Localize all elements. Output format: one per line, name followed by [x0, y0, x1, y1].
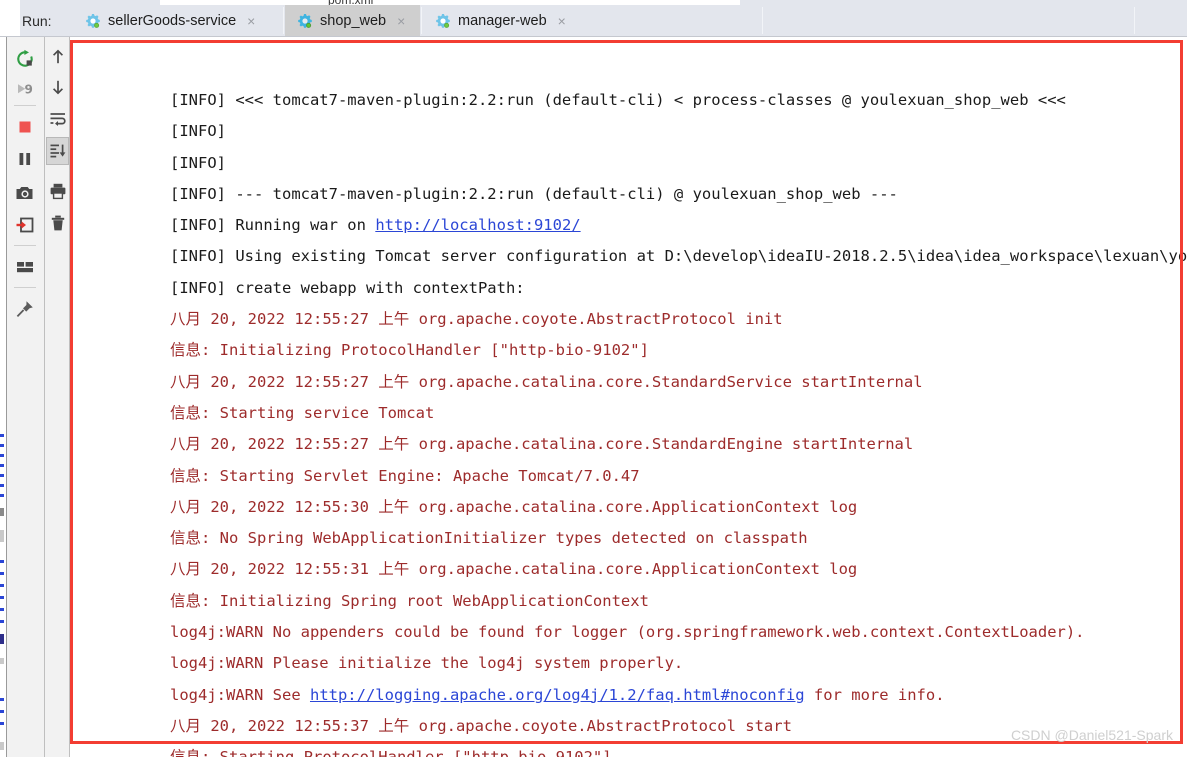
console-line: [INFO] Running war on http://localhost:9… — [170, 210, 1187, 241]
console-line-text: 信息: Starting service Tomcat — [170, 403, 435, 422]
watermark-text: CSDN @Daniel521-Spark — [1010, 727, 1173, 743]
console-line-text: 八月 20, 2022 12:55:27 上午 org.apache.catal… — [170, 435, 914, 454]
tab-label: manager-web — [458, 12, 547, 29]
close-icon[interactable]: × — [558, 14, 566, 28]
console-line-text: [INFO] --- tomcat7-maven-plugin:2.2:run … — [170, 184, 898, 203]
restore-layout-icon[interactable] — [10, 211, 40, 239]
console-line-text: log4j:WARN Please initialize the log4j s… — [170, 654, 684, 673]
console-line-text: log4j:WARN See — [170, 685, 310, 704]
arrow-up-icon[interactable] — [46, 43, 69, 71]
tab-shop_web[interactable]: shop_web × — [285, 5, 420, 36]
console-line-text: 信息: Starting ProtocolHandler ["http-bio-… — [170, 748, 612, 757]
console-line: 八月 20, 2022 12:55:27 上午 org.apache.coyot… — [170, 304, 1187, 335]
console-line: 八月 20, 2022 12:55:30 上午 org.apache.catal… — [170, 492, 1187, 523]
console-line-text: [INFO] — [170, 122, 226, 141]
console-line-text: 八月 20, 2022 12:55:30 上午 org.apache.catal… — [170, 497, 858, 516]
console-line: 信息: Starting ProtocolHandler ["http-bio-… — [170, 742, 1187, 757]
close-icon[interactable]: × — [397, 14, 405, 28]
console-line-text: [INFO] create webapp with contextPath: — [170, 278, 525, 297]
rerun-icon[interactable] — [10, 45, 40, 73]
console-line: 信息: Initializing Spring root WebApplicat… — [170, 586, 1187, 617]
run-toolbar-secondary — [45, 37, 70, 757]
gear-icon — [435, 13, 451, 29]
console-line: [INFO] <<< tomcat7-maven-plugin:2.2:run … — [170, 85, 1187, 116]
run-toolbar-primary: 9 — [7, 37, 45, 757]
rerun-failed-tests-icon[interactable]: 9 — [10, 75, 40, 103]
stop-icon[interactable] — [10, 113, 40, 141]
console-hyperlink[interactable]: http://localhost:9102/ — [375, 216, 580, 234]
scroll-to-end-icon[interactable] — [46, 137, 69, 165]
run-tool-window-label: Run: — [22, 13, 52, 29]
console-line-text: for more info. — [804, 685, 945, 704]
tabbar-left-gutter — [0, 5, 20, 36]
soft-wrap-icon[interactable] — [46, 105, 69, 133]
run-tool-window-tabbar: Run: sellerGoods-service × shop_web × ma… — [0, 5, 1187, 37]
console-line: [INFO] --- tomcat7-maven-plugin:2.2:run … — [170, 179, 1187, 210]
print-icon[interactable] — [46, 177, 69, 205]
console-line: 八月 20, 2022 12:55:27 上午 org.apache.catal… — [170, 367, 1187, 398]
editor-content-partial — [0, 430, 6, 757]
console-line-text: 八月 20, 2022 12:55:27 上午 org.apache.catal… — [170, 372, 923, 391]
tab-sellerGoods-service[interactable]: sellerGoods-service × — [73, 5, 278, 36]
console-line-text: 八月 20, 2022 12:55:31 上午 org.apache.catal… — [170, 560, 858, 579]
tab-separator — [283, 7, 284, 34]
console-line: [INFO] — [170, 116, 1187, 147]
console-line-text: 信息: Initializing ProtocolHandler ["http-… — [170, 341, 649, 360]
console-line: 八月 20, 2022 12:55:27 上午 org.apache.catal… — [170, 429, 1187, 460]
tab-separator — [762, 7, 763, 34]
console-line-text: 八月 20, 2022 12:55:27 上午 org.apache.coyot… — [170, 310, 783, 329]
trash-icon[interactable] — [46, 209, 69, 237]
tab-separator — [421, 7, 422, 34]
console-line-text: log4j:WARN No appenders could be found f… — [170, 623, 1085, 642]
tab-label: sellerGoods-service — [108, 12, 237, 29]
tab-separator — [1134, 7, 1135, 34]
gear-icon — [297, 13, 313, 29]
console-line-text: [INFO] Running war on — [170, 216, 376, 235]
pin-icon[interactable] — [10, 295, 40, 323]
console-line-text: 信息: Initializing Spring root WebApplicat… — [170, 591, 649, 610]
console-line: [INFO] — [170, 148, 1187, 179]
console-line: 信息: Initializing ProtocolHandler ["http-… — [170, 335, 1187, 366]
camera-icon[interactable] — [10, 179, 40, 207]
console-line: 八月 20, 2022 12:55:31 上午 org.apache.catal… — [170, 554, 1187, 585]
console-line: 信息: Starting Servlet Engine: Apache Tomc… — [170, 461, 1187, 492]
tab-label: shop_web — [320, 12, 387, 29]
layout-settings-icon[interactable] — [10, 253, 40, 281]
console-line: 信息: Starting service Tomcat — [170, 398, 1187, 429]
console-line-text: [INFO] — [170, 153, 226, 172]
console-line: [INFO] create webapp with contextPath: — [170, 273, 1187, 304]
console-line-text: 信息: Starting Servlet Engine: Apache Tomc… — [170, 466, 640, 485]
console-line: log4j:WARN Please initialize the log4j s… — [170, 648, 1187, 679]
console-line-text: [INFO] <<< tomcat7-maven-plugin:2.2:run … — [170, 91, 1066, 109]
console-line-text: [INFO] Using existing Tomcat server conf… — [170, 247, 1187, 266]
console-output: [INFO] <<< tomcat7-maven-plugin:2.2:run … — [170, 85, 1187, 757]
console-line-text: 信息: No Spring WebApplicationInitializer … — [170, 529, 808, 548]
arrow-down-icon[interactable] — [46, 73, 69, 101]
console-line: [INFO] Using existing Tomcat server conf… — [170, 241, 1187, 272]
console-hyperlink[interactable]: http://logging.apache.org/log4j/1.2/faq.… — [310, 686, 805, 704]
console-line: log4j:WARN No appenders could be found f… — [170, 617, 1187, 648]
console-line-text: 八月 20, 2022 12:55:37 上午 org.apache.coyot… — [170, 716, 792, 735]
pause-icon[interactable] — [10, 145, 40, 173]
close-icon[interactable]: × — [247, 14, 255, 28]
console-line: log4j:WARN See http://logging.apache.org… — [170, 680, 1187, 711]
console-line: 信息: No Spring WebApplicationInitializer … — [170, 523, 1187, 554]
run-console-panel[interactable]: [INFO] <<< tomcat7-maven-plugin:2.2:run … — [70, 37, 1187, 757]
tab-manager-web[interactable]: manager-web × — [423, 5, 588, 36]
gear-icon — [85, 13, 101, 29]
svg-text:9: 9 — [25, 83, 33, 97]
